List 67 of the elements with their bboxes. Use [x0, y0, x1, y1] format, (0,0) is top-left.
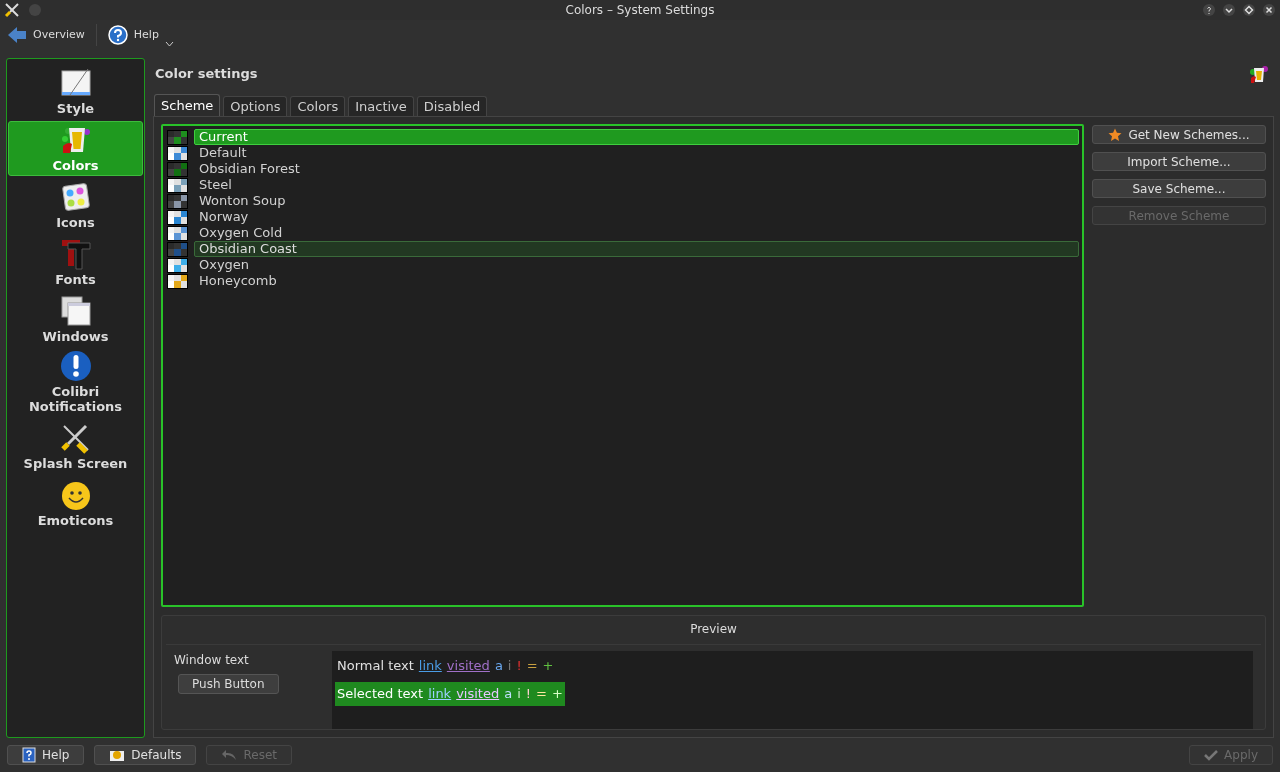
scheme-button[interactable]: Get New Schemes...	[1092, 125, 1266, 144]
scheme-item[interactable]: Default	[194, 145, 1079, 161]
preview-negative-text: !	[525, 685, 531, 704]
windows-icon	[59, 295, 92, 327]
scheme-item[interactable]: Honeycomb	[194, 273, 1079, 289]
preview-text: Normal text	[337, 657, 414, 676]
scheme-item[interactable]: Obsidian Coast	[194, 241, 1079, 257]
tab[interactable]: Options	[223, 96, 288, 116]
tab[interactable]: Scheme	[154, 94, 221, 116]
sidebar-item[interactable]: Colibri Notifications	[8, 349, 143, 417]
preview-active-text: a	[504, 685, 513, 704]
sidebar-item[interactable]: Windows	[8, 292, 143, 347]
preview-visited-link[interactable]: visited	[446, 656, 490, 676]
scheme-button[interactable]: Save Scheme...	[1092, 179, 1266, 198]
preview-neutral-text: =	[536, 685, 547, 704]
sidebar-item[interactable]: Splash Screen	[8, 419, 143, 474]
tab[interactable]: Colors	[290, 96, 346, 116]
preview-inactive-text: i	[507, 657, 512, 676]
sidebar-item[interactable]: Style	[8, 64, 143, 119]
scheme-item[interactable]: Norway	[194, 209, 1079, 225]
paint-bucket-icon	[1248, 63, 1270, 85]
preview-neutral-text: =	[526, 657, 538, 676]
defaults-button[interactable]: Defaults	[94, 745, 197, 765]
help-button[interactable]: Help	[7, 745, 85, 765]
tools-icon	[4, 2, 20, 18]
window-title: Colors – System Settings	[564, 2, 716, 19]
preview-text: Selected text	[337, 685, 424, 704]
star-icon	[1108, 127, 1123, 142]
preview-positive-text: +	[542, 657, 554, 676]
sidebar-item[interactable]: Icons	[8, 178, 143, 233]
page-title: Color settings	[154, 65, 258, 84]
exclamation-icon	[59, 350, 92, 382]
back-arrow-icon	[7, 26, 27, 44]
window-pen-icon	[59, 67, 92, 99]
scheme-item[interactable]: Wonton Soup	[194, 193, 1079, 209]
scheme-item[interactable]: Obsidian Forest	[194, 161, 1079, 177]
minimize-icon[interactable]	[1222, 3, 1236, 17]
scheme-item[interactable]: Oxygen Cold	[194, 225, 1079, 241]
group-title: Preview	[689, 621, 738, 638]
scheme-button[interactable]: Import Scheme...	[1092, 152, 1266, 171]
preview-link[interactable]: link	[418, 656, 442, 676]
sidebar-item[interactable]: Fonts	[8, 235, 143, 290]
help-book-icon	[22, 747, 36, 763]
sidebar-item[interactable]: Colors	[8, 121, 143, 176]
push-button[interactable]: Push Button	[178, 674, 279, 694]
window-text: Window text	[174, 652, 249, 669]
smiley-icon	[60, 481, 91, 511]
close-icon[interactable]	[1262, 3, 1276, 17]
sidebar-item[interactable]: Emoticons	[8, 476, 143, 531]
preview-active-text: a	[494, 657, 503, 676]
tab[interactable]: Inactive	[348, 96, 414, 116]
preview-positive-text: +	[551, 685, 563, 704]
preview-inactive-text: i	[517, 685, 521, 704]
checkmark-icon	[1204, 749, 1219, 761]
defaults-icon	[109, 748, 126, 762]
letter-t-icon	[59, 238, 92, 270]
preview-negative-text: !	[516, 657, 522, 676]
scheme-item[interactable]: Oxygen	[194, 257, 1079, 273]
help-icon	[107, 25, 128, 45]
back-button[interactable]: Overview	[4, 22, 88, 48]
maximize-icon[interactable]	[1242, 3, 1256, 17]
scheme-item[interactable]: Current	[194, 129, 1079, 145]
undo-arrow-icon	[221, 749, 238, 761]
scheme-item[interactable]: Steel	[194, 177, 1079, 193]
tab[interactable]: Disabled	[416, 96, 488, 116]
help-button[interactable]: Help	[104, 22, 177, 48]
help-icon[interactable]	[1202, 3, 1216, 17]
